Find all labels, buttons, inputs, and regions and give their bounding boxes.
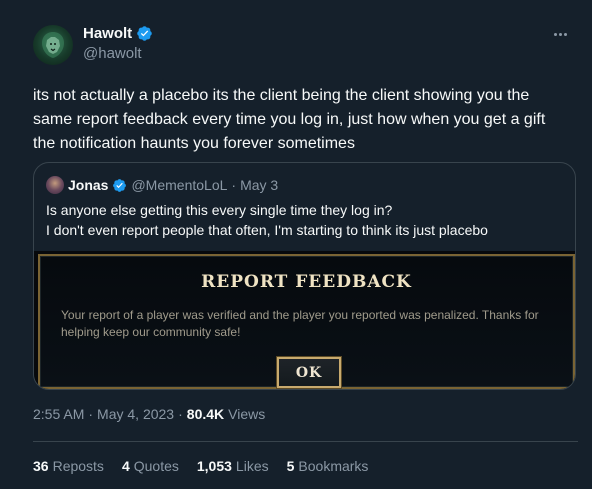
verified-badge-icon — [137, 26, 152, 41]
tweet-time[interactable]: 2:55 AM — [33, 406, 84, 422]
stat-count: 36 — [33, 458, 49, 474]
dialog-ok-button: OK — [277, 357, 341, 388]
quote-author-avatar[interactable] — [46, 176, 64, 194]
quote-separator: · — [231, 177, 237, 193]
more-options-button[interactable] — [550, 24, 570, 44]
reposts-stat[interactable]: 36 Reposts — [33, 458, 104, 474]
more-dot-icon — [558, 32, 562, 36]
stat-label: Reposts — [52, 458, 104, 474]
report-feedback-dialog: REPORT FEEDBACK Your report of a player … — [38, 254, 575, 389]
meta-separator: · — [88, 406, 94, 422]
author-handle[interactable]: @hawolt — [83, 45, 142, 62]
likes-stat[interactable]: 1,053 Likes — [197, 458, 269, 474]
more-dot-icon — [553, 32, 557, 36]
quotes-stat[interactable]: 4 Quotes — [122, 458, 179, 474]
quoted-tweet[interactable]: Jonas @MementoLoL · May 3 Is anyone else… — [33, 162, 576, 390]
views-count: 80.4K — [186, 406, 225, 422]
quote-display-name[interactable]: Jonas — [68, 177, 108, 193]
dialog-title: REPORT FEEDBACK — [201, 272, 412, 292]
stat-label: Quotes — [133, 458, 179, 474]
more-dot-icon — [563, 32, 567, 36]
author-avatar[interactable] — [33, 25, 73, 65]
meta-separator: · — [178, 406, 183, 422]
quote-handle[interactable]: @MementoLoL — [131, 177, 227, 193]
quote-image[interactable]: REPORT FEEDBACK Your report of a player … — [34, 251, 575, 389]
author-name-row: Hawolt — [83, 25, 153, 42]
tweet-date[interactable]: May 4, 2023 — [97, 406, 174, 422]
lion-logo-icon — [42, 32, 64, 58]
quote-date[interactable]: May 3 — [240, 177, 278, 193]
divider — [33, 441, 578, 442]
quote-header: Jonas @MementoLoL · May 3 — [46, 176, 278, 194]
stat-count: 5 — [286, 458, 295, 474]
tweet: Hawolt @hawolt its not actually a placeb… — [0, 0, 592, 489]
views-label: Views — [228, 406, 266, 422]
dialog-message: Your report of a player was verified and… — [61, 308, 539, 339]
engagement-stats: 36 Reposts 4 Quotes 1,053 Likes 5 Bookma… — [33, 458, 368, 474]
stat-label: Likes — [235, 458, 269, 474]
author-display-name[interactable]: Hawolt — [83, 25, 132, 42]
quote-text: Is anyone else getting this every single… — [46, 202, 488, 238]
bookmarks-stat[interactable]: 5 Bookmarks — [287, 458, 369, 474]
verified-badge-icon — [113, 178, 127, 192]
tweet-text: its not actually a placebo its the clien… — [33, 87, 546, 152]
stat-count: 4 — [121, 458, 130, 474]
stat-count: 1,053 — [196, 458, 232, 474]
tweet-meta: 2:55 AM · May 4, 2023 · 80.4K Views — [33, 406, 265, 422]
stat-label: Bookmarks — [298, 458, 369, 474]
